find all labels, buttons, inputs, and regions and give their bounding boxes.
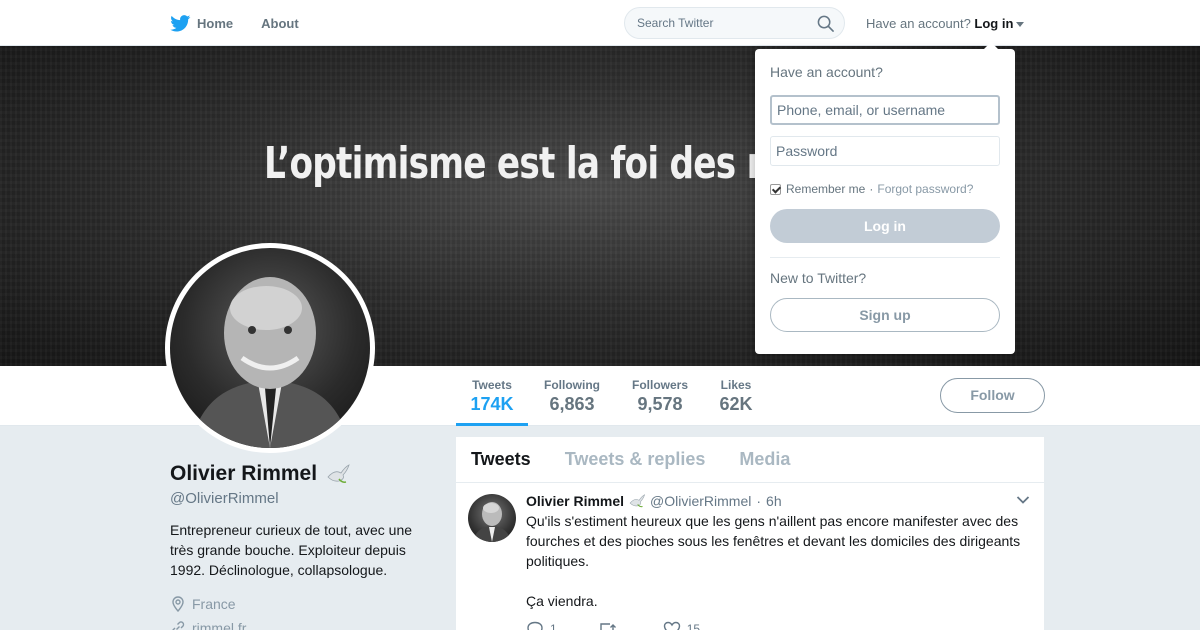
dropdown-title: Have an account? [770, 64, 883, 80]
tab-tweets[interactable]: Tweets [471, 449, 531, 470]
tweet-actions: 1 15 [526, 621, 1029, 630]
tab-media[interactable]: Media [739, 449, 790, 470]
search-icon[interactable] [817, 15, 834, 32]
profile-name-row: Olivier Rimmel [170, 462, 430, 486]
stat-value: 62K [719, 394, 753, 414]
timeline: Tweets Tweets & replies Media Olivier Ri… [456, 437, 1044, 630]
timeline-tabs: Tweets Tweets & replies Media [456, 437, 1044, 483]
nav-home-label: Home [197, 15, 234, 31]
twitter-bird-icon [170, 14, 191, 31]
dove-emoji-icon [629, 494, 646, 508]
account-prompt: Have an account? [866, 16, 971, 31]
remember-me-label[interactable]: Remember me [786, 182, 865, 196]
tweet-author-name[interactable]: Olivier Rimmel [526, 493, 624, 509]
stat-tweets[interactable]: Tweets 174K [456, 366, 528, 426]
signup-button[interactable]: Sign up [770, 298, 1000, 332]
avatar-portrait-graphic [190, 277, 350, 448]
tweet-header: Olivier Rimmel @OlivierRimmel · 6h [526, 493, 1029, 509]
new-to-twitter-text: New to Twitter? [770, 270, 867, 286]
tweet-item[interactable]: Olivier Rimmel @OlivierRimmel · 6h Qu'il… [456, 483, 1044, 630]
search-input[interactable]: Search Twitter [624, 7, 845, 39]
password-field[interactable]: Password [770, 136, 1000, 166]
login-menu-toggle[interactable]: Log in [974, 16, 1025, 31]
dove-emoji-icon [327, 464, 350, 483]
tweet-text: Qu'ils s'estiment heureux que les gens n… [526, 513, 1021, 609]
website-link[interactable]: rimmel.fr [192, 620, 246, 630]
tweet-separator: · [756, 493, 762, 509]
forgot-password-link[interactable]: Forgot password? [877, 182, 973, 196]
stat-value: 6,863 [549, 394, 595, 414]
location-text: France [192, 596, 236, 612]
reply-count: 1 [550, 622, 557, 630]
location-pin-icon [172, 596, 184, 612]
nav-home-link[interactable]: Home [170, 14, 234, 32]
search-placeholder: Search Twitter [637, 16, 714, 30]
profile-website[interactable]: rimmel.fr [170, 620, 430, 630]
nav-about-link[interactable]: About [261, 16, 299, 31]
avatar-photo [170, 248, 370, 448]
stat-likes[interactable]: Likes 62K [714, 366, 758, 426]
like-button[interactable]: 15 [663, 621, 700, 630]
remember-me-row: Remember me · Forgot password? [770, 182, 1000, 196]
stat-followers[interactable]: Followers 9,578 [628, 366, 692, 426]
stat-value: 9,578 [637, 394, 683, 414]
profile-location: France [170, 596, 430, 612]
profile-card: Olivier Rimmel @OlivierRimmel Entreprene… [170, 462, 430, 630]
stat-label: Following [544, 378, 600, 392]
link-icon [172, 621, 185, 630]
caret-down-icon [1016, 22, 1025, 28]
heart-icon [663, 621, 680, 630]
profile-name[interactable]: Olivier Rimmel [170, 462, 317, 486]
stat-value: 174K [470, 394, 514, 414]
login-dropdown: Have an account? Phone, email, or userna… [755, 42, 1015, 354]
tab-tweets-and-replies[interactable]: Tweets & replies [565, 449, 706, 470]
stat-label: Tweets [472, 378, 512, 392]
profile-handle[interactable]: @OlivierRimmel [170, 490, 430, 507]
retweet-button[interactable] [597, 621, 623, 630]
follow-button[interactable]: Follow [940, 378, 1045, 413]
like-count: 15 [686, 622, 701, 630]
dropdown-divider [770, 257, 1000, 258]
stat-following[interactable]: Following 6,863 [540, 366, 604, 426]
profile-bio: Entrepreneur curieux de tout, avec une t… [170, 522, 413, 578]
tweet-timestamp[interactable]: 6h [766, 493, 782, 509]
login-submit-button[interactable]: Log in [770, 209, 1000, 243]
dropdown-arrow [983, 42, 999, 50]
profile-avatar[interactable] [165, 243, 375, 453]
retweet-icon [599, 623, 616, 630]
stat-label: Followers [631, 378, 688, 392]
chevron-down-icon[interactable] [1016, 495, 1030, 505]
remember-separator: · [869, 182, 874, 196]
stat-label: Likes [720, 378, 752, 392]
login-menu-label: Log in [974, 16, 1014, 31]
username-field[interactable]: Phone, email, or username [770, 95, 1000, 125]
remember-me-checkbox[interactable] [770, 183, 781, 195]
tweet-avatar[interactable] [468, 494, 516, 542]
reply-icon [527, 621, 543, 630]
banner-quote-text: L’optimisme est la foi des ré [264, 138, 786, 189]
account-menu: Have an account? Log in [866, 16, 1025, 31]
tweet-avatar-graphic [472, 502, 512, 542]
reply-button[interactable]: 1 [526, 621, 557, 630]
top-navigation-bar: Home About Search Twitter Have an accoun… [0, 0, 1200, 46]
tweet-author-handle[interactable]: @OlivierRimmel [650, 493, 751, 509]
